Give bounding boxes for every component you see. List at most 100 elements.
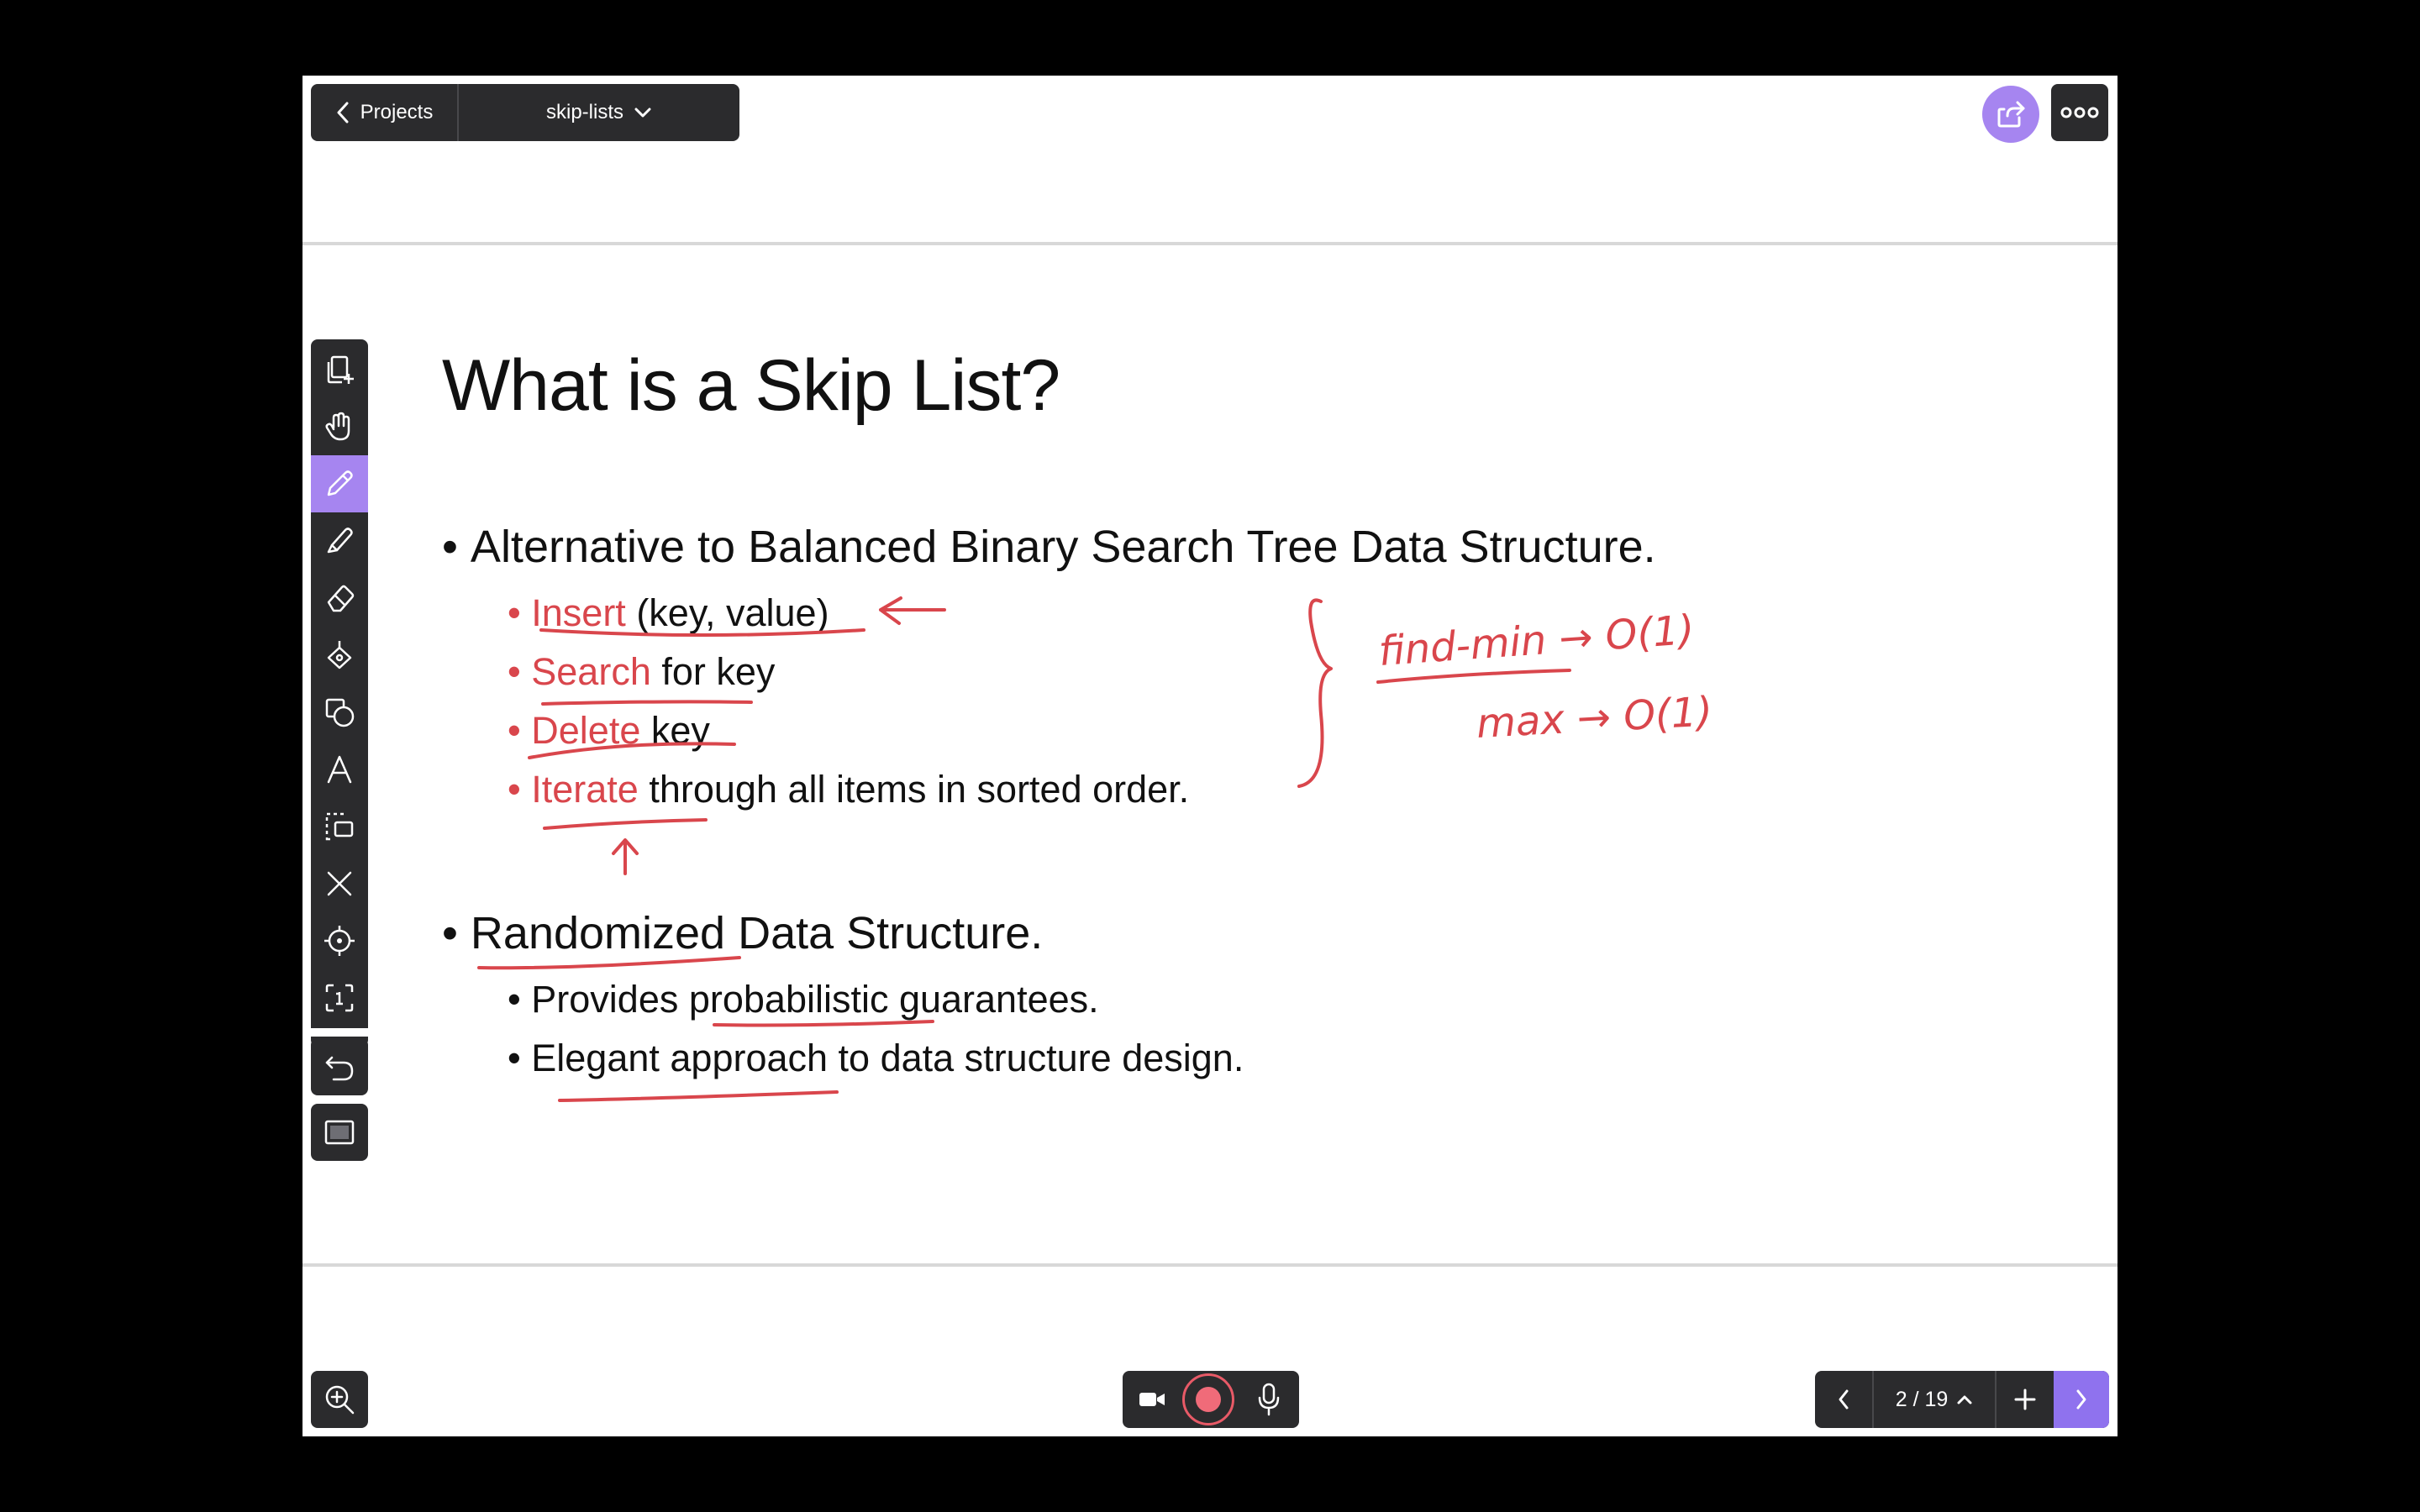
page-count: 2 / 19 [1895, 1387, 1949, 1411]
underline-search [541, 700, 753, 706]
underline-iterate [543, 818, 708, 830]
undo-icon [325, 1056, 354, 1081]
record-button[interactable] [1180, 1371, 1237, 1428]
sub-bullet-text: Elegant approach to data structure desig… [531, 1037, 1244, 1079]
display-mode-button[interactable] [311, 1104, 368, 1161]
chevron-left-icon [337, 102, 349, 123]
previous-page-button[interactable] [1815, 1371, 1874, 1428]
close-icon [327, 871, 352, 896]
bullet-dot: • [508, 650, 532, 693]
arrow-left [879, 596, 946, 625]
camera-icon [1139, 1393, 1165, 1406]
recording-controls [1123, 1371, 1299, 1428]
eraser-icon [327, 585, 355, 612]
hand-icon [325, 412, 350, 441]
bullet-dot: • [508, 768, 532, 811]
sub-bullet-text: key [640, 709, 710, 752]
project-nav: Projects skip-lists [311, 84, 739, 141]
sub-bullet: • Delete key [508, 709, 710, 753]
more-options-button[interactable] [2051, 84, 2108, 141]
chevron-down-icon [634, 108, 651, 118]
select-tool[interactable] [311, 798, 368, 855]
share-button[interactable] [1982, 86, 2039, 143]
more-icon [2060, 107, 2099, 118]
project-name: skip-lists [545, 101, 623, 123]
page-indicator[interactable]: 2 / 19 [1874, 1371, 1996, 1428]
toolbar-separator [311, 1028, 368, 1037]
pen-tool[interactable] [311, 455, 368, 512]
sub-bullet-text: Provides probabilistic guarantees. [531, 978, 1099, 1021]
sub-bullet-keyword: Iterate [531, 768, 639, 811]
sub-bullet-keyword: Delete [531, 709, 641, 752]
laser-pointer-tool[interactable] [311, 912, 368, 969]
display-group [311, 1104, 368, 1161]
add-page-icon [327, 355, 354, 384]
page-navigator: 2 / 19 [1815, 1371, 2109, 1428]
sub-bullet-keyword: Search [531, 650, 651, 693]
bullet-dot: • [508, 1037, 532, 1079]
next-page-button[interactable] [2054, 1371, 2109, 1428]
sub-bullet: • Search for key [508, 650, 775, 694]
sub-bullet-text: for key [650, 650, 776, 693]
bullet-dot: • [508, 591, 532, 634]
eraser-tool[interactable] [311, 570, 368, 627]
underline-probabilistic [713, 1020, 934, 1027]
slide-title: What is a Skip List? [442, 345, 1060, 426]
whiteboard-app: Projects skip-lists What is a Skip List?… [302, 76, 2118, 1436]
sub-bullet-text: (key, value) [625, 591, 829, 634]
slide-top-border [302, 242, 2118, 245]
fill-icon [327, 641, 352, 669]
microphone-button[interactable] [1245, 1371, 1292, 1428]
screen-capture-tool[interactable] [311, 969, 368, 1026]
add-page-tool[interactable] [311, 341, 368, 398]
drawing-toolbar [311, 339, 368, 1047]
sub-bullet: • Elegant approach to data structure des… [508, 1037, 1244, 1080]
bullet-1: • Alternative to Balanced Binary Search … [442, 521, 1656, 573]
pen-icon [327, 470, 353, 496]
bullet-2-text: Randomized Data Structure. [470, 908, 1044, 958]
sub-bullet: • Provides probabilistic guarantees. [508, 978, 1099, 1021]
select-icon [325, 812, 354, 841]
add-page-button[interactable] [1996, 1371, 2054, 1428]
annotation-max: max → O(1) [1476, 688, 1714, 748]
underline-elegant [558, 1090, 839, 1102]
bullet-dot: • [442, 908, 471, 958]
zoom-in-icon [325, 1385, 355, 1415]
undo-button[interactable] [311, 1038, 368, 1095]
bullet-1-text: Alternative to Balanced Binary Search Tr… [470, 522, 1656, 572]
chevron-left-icon [1839, 1389, 1849, 1410]
sub-bullet-keyword: Insert [531, 591, 626, 634]
chevron-up-icon [1957, 1395, 1972, 1404]
chevron-right-icon [2076, 1389, 2086, 1410]
curly-brace [1297, 598, 1333, 788]
highlighter-icon [327, 528, 353, 554]
slide-bottom-border [302, 1263, 2118, 1267]
shapes-tool[interactable] [311, 684, 368, 741]
zoom-button[interactable] [311, 1371, 368, 1428]
text-tool[interactable] [311, 741, 368, 798]
project-selector[interactable]: skip-lists [459, 84, 739, 141]
underline-find-min [1376, 669, 1571, 684]
highlighter-tool[interactable] [311, 512, 368, 570]
undo-group [311, 1038, 368, 1095]
bullet-dot: • [508, 709, 532, 752]
ink-annotations: find-min → O(1) max → O(1) [477, 596, 1714, 1102]
record-ring [1182, 1373, 1234, 1425]
annotation-find-min: find-min → O(1) [1377, 606, 1696, 675]
camera-button[interactable] [1131, 1371, 1173, 1428]
plus-icon [2014, 1389, 2036, 1410]
back-label: Projects [360, 101, 434, 123]
bullet-2: • Randomized Data Structure. [442, 907, 1043, 959]
microphone-icon [1258, 1383, 1280, 1416]
record-icon [1196, 1387, 1221, 1412]
laser-pointer-icon [324, 926, 355, 956]
back-to-projects-button[interactable]: Projects [311, 84, 459, 141]
fill-tool[interactable] [311, 627, 368, 684]
text-icon [327, 755, 352, 784]
clear-tool[interactable] [311, 855, 368, 912]
arrow-up [612, 838, 639, 875]
share-icon [1997, 101, 2025, 128]
sub-bullet: • Insert (key, value) [508, 591, 829, 635]
hand-tool[interactable] [311, 398, 368, 455]
display-icon [324, 1120, 355, 1145]
